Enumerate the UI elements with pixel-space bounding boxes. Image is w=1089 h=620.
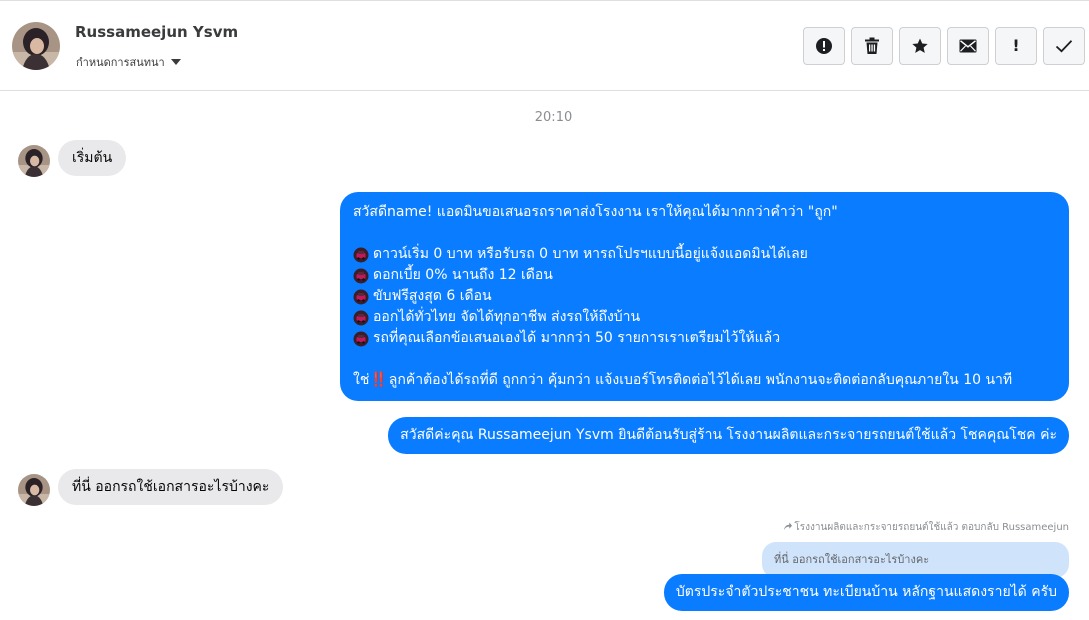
offer-point-text: ดาวน์เริ่ม 0 บาท หรือรับรถ 0 บาท หารถโปร… bbox=[373, 246, 808, 262]
car-emoji-icon bbox=[353, 331, 369, 347]
offer-point: ขับฟรีสูงสุด 6 เดือน bbox=[353, 286, 1056, 307]
offer-point-text: ออกได้ทั่วไทย จัดได้ทุกอาชีพ ส่งรถให้ถึง… bbox=[373, 309, 641, 325]
message-text: สวัสดีค่ะคุณ Russameejun Ysvm ยินดีต้อนร… bbox=[400, 427, 1057, 443]
offer-point: ดาวน์เริ่ม 0 บาท หรือรับรถ 0 บาท หารถโปร… bbox=[353, 244, 1056, 265]
report-icon bbox=[815, 37, 833, 55]
outgoing-message-offer: สวัสดีname! แอดมินขอเสนอรถราคาส่งโรงงาน … bbox=[340, 192, 1069, 401]
car-emoji-icon bbox=[353, 289, 369, 305]
message-text: ที่นี่ ออกรถใช้เอกสารอะไรบ้างคะ bbox=[72, 478, 270, 495]
action-toolbar: ! bbox=[803, 27, 1085, 65]
reply-arrow-icon bbox=[783, 521, 793, 534]
mark-done-button[interactable] bbox=[1043, 27, 1085, 65]
offer-greeting: สวัสดีname! แอดมินขอเสนอรถราคาส่งโรงงาน … bbox=[353, 204, 838, 220]
contact-avatar-small[interactable] bbox=[18, 145, 50, 177]
trash-icon bbox=[864, 37, 880, 55]
quoted-message-text: ที่นี่ ออกรถใช้เอกสารอะไรบ้างคะ bbox=[774, 553, 930, 566]
offer-point: ออกได้ทั่วไทย จัดได้ทุกอาชีพ ส่งรถให้ถึง… bbox=[353, 307, 1056, 328]
message-text: บัตรประจำตัวประชาชน ทะเบียนบ้าน หลักฐานแ… bbox=[675, 584, 1057, 600]
message-text: เริ่มต้น bbox=[72, 149, 113, 166]
offer-point: รถที่คุณเลือกข้อเสนอเองได้ มากกว่า 50 รา… bbox=[353, 328, 1056, 349]
exclamation-icon: ! bbox=[1012, 36, 1020, 55]
offer-point-text: ขับฟรีสูงสุด 6 เดือน bbox=[373, 288, 492, 304]
car-emoji-icon bbox=[353, 310, 369, 326]
contact-avatar-small[interactable] bbox=[18, 474, 50, 506]
offer-point-text: ดอกเบี้ย 0% นานถึง 12 เดือน bbox=[373, 267, 553, 283]
offer-closing-text: ลูกค้าต้องได้รถที่ดี ถูกกว่า คุ้มกว่า แจ… bbox=[388, 372, 1013, 388]
star-button[interactable] bbox=[899, 27, 941, 65]
contact-avatar[interactable] bbox=[12, 22, 60, 70]
offer-closing: ใช่ ‼️ ลูกค้าต้องได้รถที่ดี ถูกกว่า คุ้ม… bbox=[353, 370, 1056, 391]
report-button[interactable] bbox=[803, 27, 845, 65]
chat-settings-dropdown[interactable]: กำหนดการสนทนา bbox=[76, 53, 181, 71]
mark-unread-button[interactable] bbox=[947, 27, 989, 65]
car-emoji-icon bbox=[353, 247, 369, 263]
message-timestamp: 20:10 bbox=[534, 110, 573, 125]
reply-context: โรงงานผลิตและกระจายรถยนต์ใช้แล้ว ตอบกลับ… bbox=[783, 520, 1069, 535]
caret-down-icon bbox=[170, 59, 181, 65]
offer-point: ดอกเบี้ย 0% นานถึง 12 เดือน bbox=[353, 265, 1056, 286]
contact-name: Russameejun Ysvm bbox=[75, 23, 239, 41]
incoming-message-question: ที่นี่ ออกรถใช้เอกสารอะไรบ้างคะ bbox=[58, 469, 284, 505]
conversation-header: Russameejun Ysvm กำหนดการสนทนา ! bbox=[0, 1, 1089, 91]
incoming-message-start: เริ่มต้น bbox=[58, 140, 127, 176]
offer-closing-prefix: ใช่ bbox=[353, 372, 370, 388]
reply-context-text: โรงงานผลิตและกระจายรถยนต์ใช้แล้ว ตอบกลับ… bbox=[794, 522, 1069, 533]
outgoing-message-answer: บัตรประจำตัวประชาชน ทะเบียนบ้าน หลักฐานแ… bbox=[663, 574, 1069, 611]
follow-up-button[interactable]: ! bbox=[995, 27, 1037, 65]
chat-settings-label: กำหนดการสนทนา bbox=[76, 56, 165, 69]
check-icon bbox=[1055, 39, 1073, 53]
outgoing-message-welcome: สวัสดีค่ะคุณ Russameejun Ysvm ยินดีต้อนร… bbox=[388, 417, 1069, 454]
offer-point-text: รถที่คุณเลือกข้อเสนอเองได้ มากกว่า 50 รา… bbox=[373, 330, 781, 346]
mail-icon bbox=[959, 39, 977, 53]
delete-button[interactable] bbox=[851, 27, 893, 65]
quoted-message[interactable]: ที่นี่ ออกรถใช้เอกสารอะไรบ้างคะ bbox=[762, 542, 1069, 578]
double-exclamation-icon: ‼️ bbox=[370, 372, 387, 388]
star-icon bbox=[911, 37, 929, 55]
car-emoji-icon bbox=[353, 268, 369, 284]
